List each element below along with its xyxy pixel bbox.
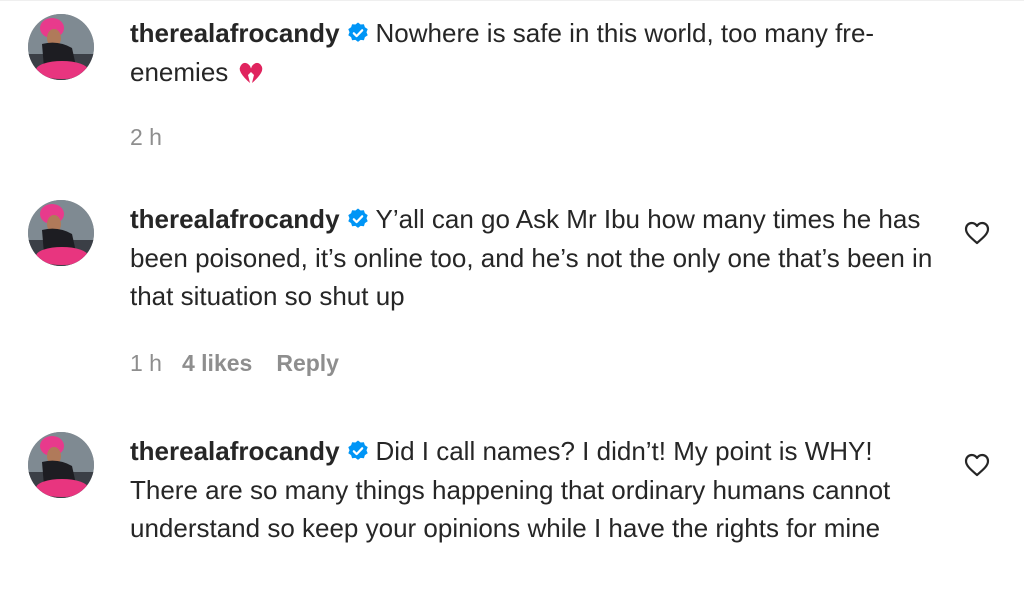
verified-badge-icon xyxy=(347,440,368,460)
comment-username[interactable]: therealafrocandy xyxy=(130,436,340,466)
verified-badge-icon xyxy=(347,208,368,228)
avatar[interactable] xyxy=(28,14,94,80)
comment-username[interactable]: therealafrocandy xyxy=(130,204,340,234)
comments-panel: therealafrocandy Nowhere is safe in this… xyxy=(0,0,1024,605)
heart-outline-icon[interactable] xyxy=(964,453,990,477)
comment-timestamp: 1 h xyxy=(130,350,162,376)
avatar-image xyxy=(28,14,94,80)
comment-body: therealafrocandy Y’all can go Ask Mr Ibu… xyxy=(130,200,945,316)
avatar-image xyxy=(28,432,94,498)
reply-button[interactable]: Reply xyxy=(276,350,339,377)
comment-likes-count[interactable]: 4 likes xyxy=(182,350,252,377)
comment-text-line: therealafrocandy Did I call names? I did… xyxy=(130,432,945,548)
comment-meta: 1 h 4 likes Reply xyxy=(130,350,339,377)
heart-outline-icon[interactable] xyxy=(964,221,990,245)
avatar[interactable] xyxy=(28,432,94,498)
divider xyxy=(0,0,1024,1)
comment-body: therealafrocandy Did I call names? I did… xyxy=(130,432,945,548)
comment-timestamp: 2 h xyxy=(130,124,162,150)
comment-username[interactable]: therealafrocandy xyxy=(130,18,340,48)
avatar[interactable] xyxy=(28,200,94,266)
avatar-image xyxy=(28,200,94,266)
verified-badge-icon xyxy=(347,22,368,42)
comment-body: therealafrocandy Nowhere is safe in this… xyxy=(130,14,945,91)
broken-heart-icon xyxy=(239,62,263,83)
comment-text-line: therealafrocandy Nowhere is safe in this… xyxy=(130,14,945,91)
comment-text-line: therealafrocandy Y’all can go Ask Mr Ibu… xyxy=(130,200,945,316)
comment-meta: 2 h xyxy=(130,124,182,151)
